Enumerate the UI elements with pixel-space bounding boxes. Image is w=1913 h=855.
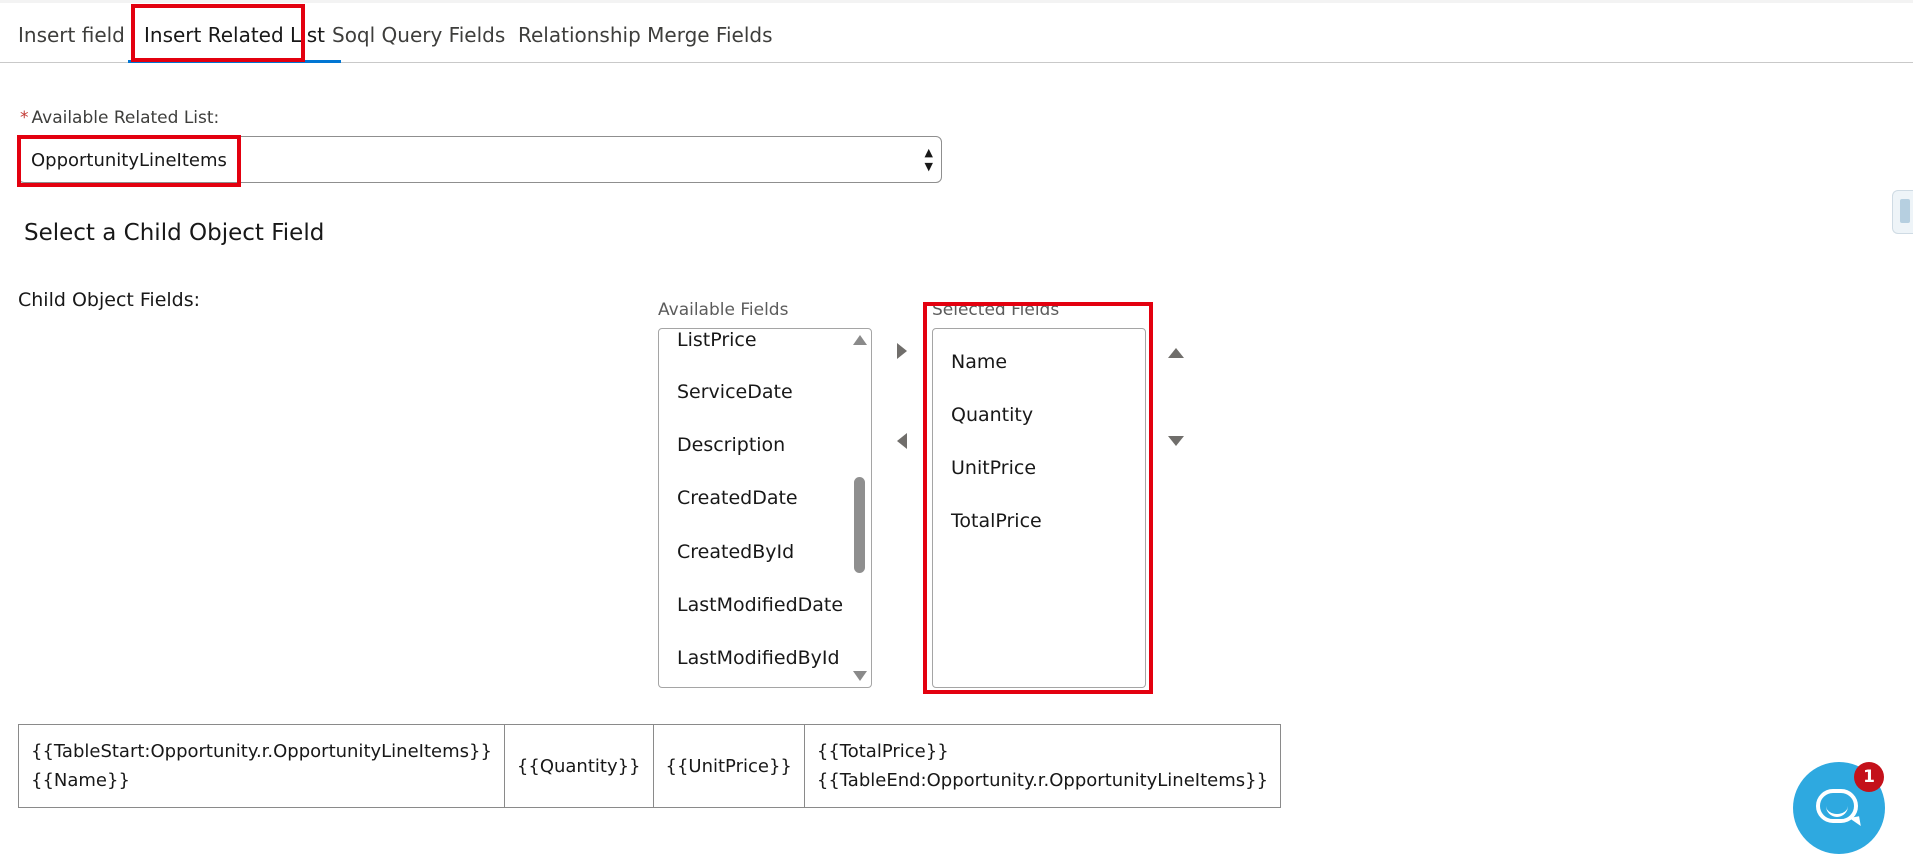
list-item[interactable]: ListPrice: [677, 329, 757, 351]
required-marker: *: [20, 108, 29, 128]
arrow-left-icon: [897, 433, 907, 449]
cell-line: {{Quantity}}: [516, 755, 641, 777]
side-panel-handle[interactable]: [1892, 190, 1913, 234]
tab-bar: Insert field Insert Related List Soql Qu…: [0, 4, 1913, 63]
top-border: [0, 0, 1913, 3]
table-cell: {{TotalPrice}} {{TableEnd:Opportunity.r.…: [803, 724, 1282, 808]
arrow-up-icon: [1168, 348, 1184, 358]
list-item[interactable]: CreatedById: [677, 541, 794, 563]
select-arrows-icon: ▲ ▼: [924, 146, 933, 173]
arrow-right-icon: [897, 343, 907, 359]
move-to-selected-button[interactable]: [889, 338, 915, 364]
cell-line: {{Name}}: [31, 770, 130, 791]
scroll-down-icon[interactable]: [853, 671, 867, 681]
cell-line: {{TotalPrice}}: [816, 741, 949, 762]
list-item[interactable]: UnitPrice: [951, 457, 1036, 479]
available-fields-listbox[interactable]: ListPrice ServiceDate Description Create…: [658, 328, 872, 688]
tab-insert-related-list[interactable]: Insert Related List: [128, 4, 341, 63]
notification-badge: 1: [1854, 762, 1884, 792]
related-list-select[interactable]: OpportunityLineItems ▲ ▼: [18, 136, 942, 183]
list-item[interactable]: TotalPrice: [951, 510, 1042, 532]
cell-line: {{TableEnd:Opportunity.r.OpportunityLine…: [816, 770, 1269, 791]
move-down-button[interactable]: [1163, 428, 1189, 454]
child-object-fields-label: Child Object Fields:: [18, 289, 201, 311]
selected-fields-label: Selected Fields: [932, 300, 1060, 320]
list-item[interactable]: LastModifiedById: [677, 647, 840, 669]
tab-soql-query-fields[interactable]: Soql Query Fields: [332, 4, 505, 62]
list-item[interactable]: Name: [951, 351, 1007, 373]
table-cell: {{TableStart:Opportunity.r.OpportunityLi…: [18, 724, 505, 808]
list-item[interactable]: ServiceDate: [677, 381, 793, 403]
related-list-select-value: OpportunityLineItems: [31, 150, 227, 171]
cell-line: {{TableStart:Opportunity.r.OpportunityLi…: [31, 741, 492, 762]
merge-field-table: {{TableStart:Opportunity.r.OpportunityLi…: [18, 724, 1282, 808]
related-list-label-text: Available Related List:: [31, 108, 220, 128]
section-title: Select a Child Object Field: [24, 220, 325, 246]
list-item[interactable]: LastModifiedDate: [677, 594, 843, 616]
list-item[interactable]: CreatedDate: [677, 487, 798, 509]
list-item[interactable]: Quantity: [951, 404, 1033, 426]
tab-relationship-merge-fields[interactable]: Relationship Merge Fields: [518, 4, 773, 62]
list-item[interactable]: Description: [677, 434, 785, 456]
active-tab-indicator: [128, 60, 341, 63]
tab-insert-related-list-label: Insert Related List: [144, 23, 325, 47]
table-cell: {{Quantity}}: [503, 724, 654, 808]
related-list-label: * Available Related List:: [20, 108, 219, 128]
move-to-available-button[interactable]: [889, 428, 915, 454]
scroll-up-icon[interactable]: [853, 335, 867, 345]
side-panel-icon: [1900, 199, 1910, 223]
available-fields-scrollbar[interactable]: [849, 329, 871, 687]
table-cell: {{UnitPrice}}: [652, 724, 805, 808]
arrow-down-icon: [1168, 436, 1184, 446]
scroll-thumb[interactable]: [854, 477, 865, 573]
tab-insert-field[interactable]: Insert field: [18, 4, 125, 62]
available-fields-label: Available Fields: [658, 300, 789, 320]
cell-line: {{UnitPrice}}: [665, 755, 792, 777]
selected-fields-listbox[interactable]: Name Quantity UnitPrice TotalPrice: [932, 328, 1146, 688]
move-up-button[interactable]: [1163, 340, 1189, 366]
table-row: {{TableStart:Opportunity.r.OpportunityLi…: [18, 724, 1282, 808]
